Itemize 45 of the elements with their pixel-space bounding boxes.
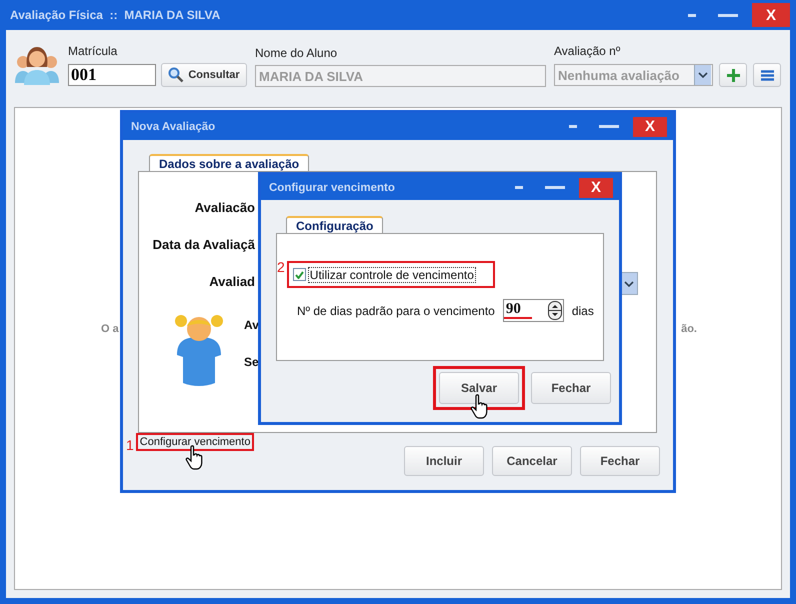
dialog-button[interactable]: Fechar [531, 372, 611, 404]
close-button[interactable]: X [752, 3, 790, 27]
menu-button[interactable] [753, 63, 781, 87]
dialog-button[interactable]: Fechar [580, 446, 660, 476]
plus-icon [726, 68, 740, 82]
registration-field[interactable]: 001 [68, 64, 156, 86]
field-label: Nº de dias padrão para o vencimento [297, 304, 495, 318]
tab[interactable]: Configuração [286, 216, 384, 234]
form-label: Av [244, 318, 259, 334]
configure-link[interactable]: Configurar vencimento [136, 433, 254, 451]
spinner-arrows-icon[interactable] [548, 301, 562, 320]
form-label: Avaliad [208, 274, 255, 291]
add-button[interactable] [719, 63, 747, 87]
message-text: ão. [681, 323, 697, 335]
field-label: Avaliação nº [554, 44, 622, 58]
days-spinner[interactable]: 90 [502, 299, 564, 322]
form-label: Avaliacão [194, 200, 255, 217]
menu-icon [760, 70, 774, 80]
dialog-button[interactable]: Incluir [404, 446, 484, 476]
unit-label: dias [572, 304, 594, 318]
collapse-button[interactable] [688, 14, 696, 16]
hand-cursor-icon [470, 394, 490, 420]
window-title: Avaliação Física :: MARIA DA SILVA [10, 8, 222, 22]
chevron-down-icon [698, 72, 708, 78]
minimize-button[interactable] [718, 14, 738, 16]
chevron-down-icon [624, 280, 634, 286]
step-number: 2 [277, 259, 285, 275]
search-button[interactable]: Consultar [161, 63, 247, 87]
dialog-title: Nova Avaliação [131, 120, 216, 132]
checkbox-label: Utilizar controle de vencimento [308, 266, 476, 282]
step-number: 1 [126, 437, 134, 453]
form-label: Se [244, 355, 259, 371]
search-icon [168, 67, 184, 83]
close-button[interactable]: X [579, 178, 613, 198]
field-label: Nome do Aluno [255, 46, 338, 60]
field-label: Matrícula [68, 44, 118, 58]
form-label: Data da Avaliaçã [152, 237, 255, 254]
message-text: O a [101, 323, 119, 335]
dialog-title: Configurar vencimento [269, 182, 396, 194]
people-icon [14, 45, 60, 85]
dialog-button[interactable]: Salvar [439, 372, 519, 404]
dialog-button[interactable]: Cancelar [492, 446, 572, 476]
tab[interactable]: Dados sobre a avaliação [149, 154, 310, 172]
checkbox[interactable] [292, 268, 306, 281]
close-button[interactable]: X [633, 116, 667, 136]
